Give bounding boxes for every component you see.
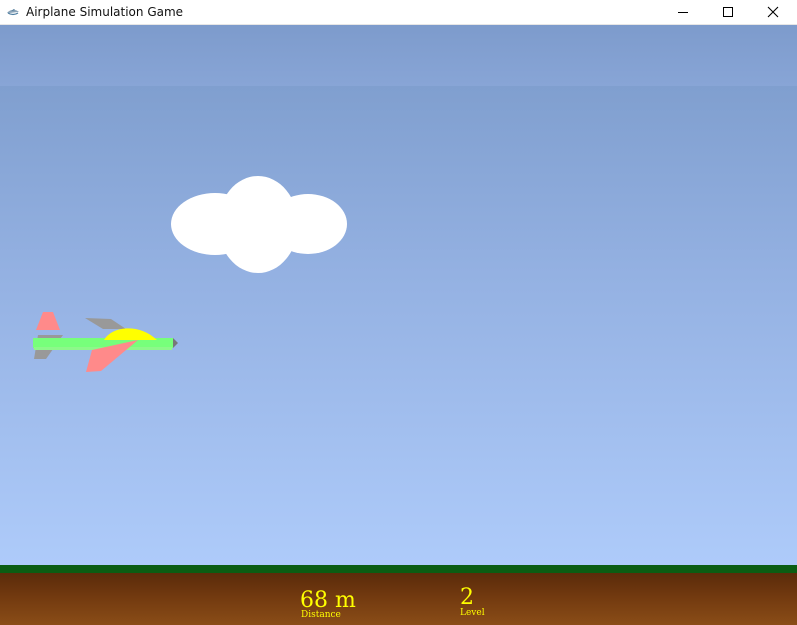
distance-value: 68 m [300, 588, 356, 613]
top-wing [85, 318, 126, 329]
close-icon [767, 6, 779, 18]
window-title: Airplane Simulation Game [26, 5, 184, 19]
tail-fin [36, 312, 60, 330]
level-value: 2 [460, 585, 474, 610]
sky-band [0, 25, 797, 86]
level-label: Level [460, 608, 485, 618]
maximize-button[interactable] [705, 0, 751, 24]
cloud-puff [269, 194, 347, 254]
maximize-icon [723, 7, 733, 17]
game-canvas[interactable]: 68 m Distance 2 Level [0, 25, 797, 625]
minimize-button[interactable] [660, 0, 706, 24]
distance-label: Distance [301, 610, 341, 620]
airplane-app-icon [7, 9, 19, 16]
game-window: Airplane Simulation Game 68 m Distance 2… [0, 0, 797, 625]
canopy [104, 328, 157, 340]
player-airplane [33, 312, 178, 372]
nose-tip [173, 338, 178, 348]
minimize-icon [678, 12, 688, 13]
close-button[interactable] [750, 0, 796, 24]
grass-strip [0, 565, 797, 573]
cloud [171, 176, 347, 273]
ground [0, 573, 797, 625]
title-bar: Airplane Simulation Game [0, 0, 797, 25]
